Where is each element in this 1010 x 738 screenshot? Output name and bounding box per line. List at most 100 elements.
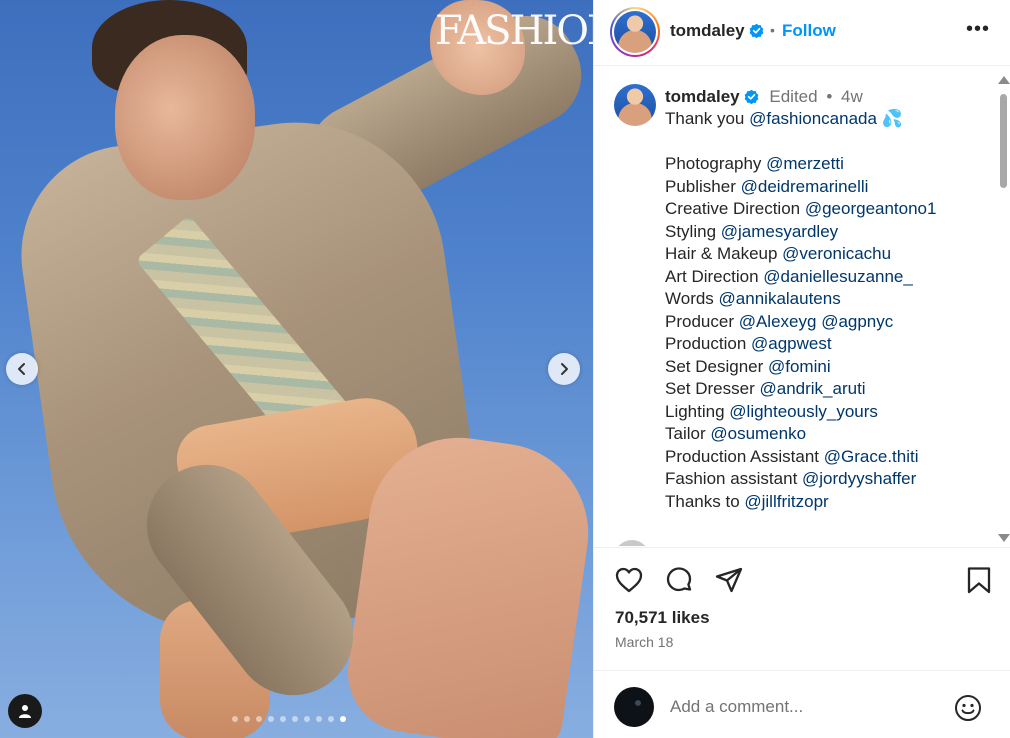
share-icon[interactable]: [714, 565, 744, 595]
carousel-dot: [268, 716, 274, 722]
caption-line: Set Dresser @andrik_aruti: [665, 378, 985, 401]
caption-role: Producer: [665, 311, 739, 331]
photo-subject-face: [115, 35, 255, 200]
comment-avatar[interactable]: [614, 540, 650, 546]
comment-icon[interactable]: [664, 565, 694, 595]
scroll-up-arrow[interactable]: [998, 76, 1010, 84]
caption-line: Hair & Makeup @veronicachu: [665, 243, 985, 266]
caption-role: Thank you: [665, 109, 750, 128]
scroll-thumb[interactable]: [1000, 94, 1007, 188]
caption-role: Tailor: [665, 424, 711, 443]
caption-line: Art Direction @daniellesuzanne_: [665, 266, 985, 289]
caption-role: Publisher: [665, 176, 741, 196]
mention-link[interactable]: @georgeantono1: [805, 199, 937, 218]
follow-button[interactable]: Follow: [782, 21, 836, 41]
verified-badge-icon: [749, 23, 763, 38]
caption-scrollbar[interactable]: [995, 72, 1010, 546]
comment-input[interactable]: [670, 695, 940, 719]
mention-link[interactable]: @lighteously_yours: [729, 402, 878, 421]
author-username-text[interactable]: tomdaley: [670, 21, 745, 40]
carousel-dot: [280, 716, 286, 722]
carousel-dot: [292, 716, 298, 722]
post-media[interactable]: FASHION: [0, 0, 593, 738]
mention-link[interactable]: @agpnyc: [821, 312, 893, 331]
header-separator: •: [770, 22, 775, 38]
story-ring[interactable]: [610, 7, 660, 57]
caption-role: Fashion assistant: [665, 469, 803, 488]
post-age[interactable]: 4w: [841, 87, 863, 106]
post-actions: 70,571 likes March 18: [594, 547, 1010, 667]
carousel-dot: [304, 716, 310, 722]
caption-line: Production @agpwest: [665, 333, 985, 356]
mention-link[interactable]: @Alexeyg: [739, 312, 817, 331]
tagged-users-button[interactable]: [8, 694, 42, 728]
caption-role: Production: [665, 334, 751, 353]
carousel-dot: [232, 716, 238, 722]
caption-line: Words @annikalautens: [665, 288, 985, 311]
caption-avatar[interactable]: [614, 84, 656, 126]
caption-role: Creative Direction: [665, 199, 805, 218]
meta-separator: •: [826, 87, 833, 106]
caption-header: tomdaley Edited • 4w: [665, 87, 863, 107]
mention-link[interactable]: @annikalautens: [719, 289, 841, 308]
comment-composer: [594, 670, 1010, 738]
caption-line: Set Designer @fomini: [665, 356, 985, 379]
avatar[interactable]: [614, 11, 656, 53]
caption-line: Photography @merzetti: [665, 153, 985, 176]
mention-link[interactable]: @daniellesuzanne_: [763, 267, 913, 286]
caption-role: Words: [665, 289, 719, 308]
carousel-dot: [340, 716, 346, 722]
mention-link[interactable]: @deidremarinelli: [741, 177, 869, 196]
caption-line: Publisher @deidremarinelli: [665, 176, 985, 199]
mention-link[interactable]: @merzetti: [766, 154, 844, 173]
mention-link[interactable]: @andrik_aruti: [759, 379, 865, 398]
mention-link[interactable]: @agpwest: [751, 334, 832, 353]
more-options-button[interactable]: •••: [966, 18, 990, 41]
post-date[interactable]: March 18: [615, 634, 673, 650]
emoji-icon[interactable]: [953, 693, 983, 723]
magazine-logo: FASHION: [435, 8, 593, 54]
caption-suffix: 💦: [876, 109, 903, 128]
bookmark-icon[interactable]: [964, 565, 994, 595]
caption-line: Tailor @osumenko: [665, 423, 985, 446]
current-user-avatar: [614, 687, 654, 727]
caption-scroll-area[interactable]: tomdaley Edited • 4w Thank you @fashionc…: [594, 70, 1010, 546]
caption-role: Thanks to: [665, 491, 745, 511]
verified-badge-icon: [744, 89, 758, 104]
user-icon: [19, 705, 31, 718]
post-sidebar: tomdaley • Follow ••• tomdaley Edited • …: [593, 0, 1010, 738]
carousel-dot: [328, 716, 334, 722]
caption-line: Thank you @fashioncanada 💦: [665, 108, 985, 131]
caption-role: Styling: [665, 221, 721, 241]
carousel-dot: [256, 716, 262, 722]
mention-link[interactable]: @jillfritzopr: [744, 492, 828, 511]
mention-link[interactable]: @jamesyardley: [721, 222, 838, 241]
heart-icon[interactable]: [614, 565, 644, 595]
previous-slide-button[interactable]: [6, 353, 38, 385]
chevron-left-icon: [18, 363, 25, 375]
caption-username[interactable]: tomdaley: [665, 87, 740, 106]
carousel-dot: [316, 716, 322, 722]
scroll-down-arrow[interactable]: [998, 534, 1010, 542]
mention-link[interactable]: @Grace.thiti: [824, 447, 919, 466]
next-slide-button[interactable]: [548, 353, 580, 385]
caption-line: Styling @jamesyardley: [665, 221, 985, 244]
caption-role: Set Dresser: [665, 379, 760, 398]
carousel-dot: [244, 716, 250, 722]
caption-role: Photography: [665, 154, 767, 173]
caption-text: Thank you @fashioncanada 💦 Photography @m…: [665, 108, 985, 513]
caption-line: Production Assistant @Grace.thiti: [665, 446, 985, 469]
mention-link[interactable]: @jordyyshaffer: [802, 469, 916, 488]
mention-link[interactable]: @osumenko: [710, 424, 806, 443]
caption-role: Set Designer: [665, 356, 768, 376]
caption-line: Creative Direction @georgeantono1: [665, 198, 985, 221]
mention-link[interactable]: @fashioncanada: [749, 109, 877, 128]
author-username[interactable]: tomdaley: [670, 21, 764, 41]
mention-link[interactable]: @veronicachu: [782, 244, 891, 263]
caption-line: Thanks to @jillfritzopr: [665, 491, 985, 514]
caption-role: Lighting: [665, 401, 730, 421]
caption-line: Lighting @lighteously_yours: [665, 401, 985, 424]
mention-link[interactable]: @fomini: [768, 357, 831, 376]
likes-count[interactable]: 70,571 likes: [615, 608, 710, 628]
